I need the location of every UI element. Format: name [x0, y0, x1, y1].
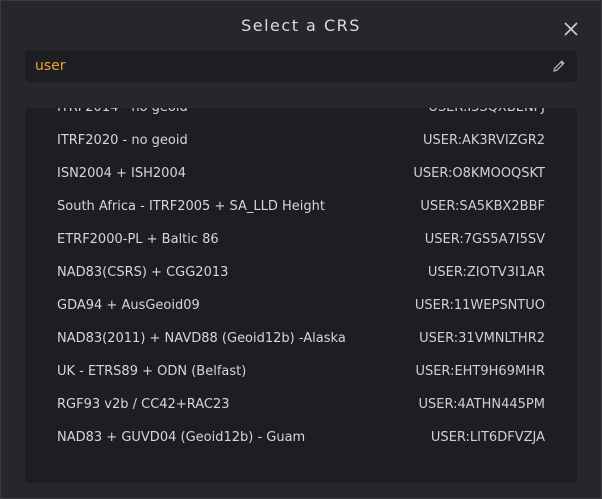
crs-name: UK - ETRS89 + ODN (Belfast)	[57, 364, 247, 379]
close-icon[interactable]	[561, 19, 581, 39]
crs-id: USER:EHT9H69MHR	[415, 364, 545, 379]
crs-name: ITRF2020 - no geoid	[57, 133, 188, 148]
list-item[interactable]: NAD83 + GUVD04 (Geoid12b) - Guam USER:LIT…	[25, 421, 577, 454]
crs-list[interactable]: ITRF2014 - no geoidUSER:I3SQXBENFJITRF20…	[25, 108, 577, 483]
crs-id: USER:7GS5A7I5SV	[424, 232, 545, 247]
crs-id: USER:SA5KBX2BBF	[420, 199, 545, 214]
crs-name: South Africa - ITRF2005 + SA_LLD Height	[57, 199, 325, 214]
list-item[interactable]: ETRF2000-PL + Baltic 86 USER:7GS5A7I5SV	[25, 223, 577, 256]
dialog-title: Select a CRS	[241, 16, 361, 35]
crs-id: USER:11WEPSNTUO	[414, 298, 545, 313]
list-item[interactable]: NAD83(2011) + NAVD88 (Geoid12b) -Alaska U…	[25, 322, 577, 355]
list-item[interactable]: NAD83(CSRS) + CGG2013 USER:ZIOTV3I1AR	[25, 256, 577, 289]
list-item[interactable]: UK - ETRS89 + ODN (Belfast) USER:EHT9H69M…	[25, 355, 577, 388]
pencil-icon[interactable]	[551, 58, 567, 74]
crs-name: ITRF2014 - no geoid	[57, 108, 188, 115]
list-item[interactable]: ITRF2014 - no geoid USER:I3SQXBENFJ	[25, 108, 577, 124]
crs-id: USER:4ATHN445PM	[418, 397, 545, 412]
crs-id: USER:31VMNLTHR2	[419, 331, 545, 346]
list-item[interactable]: RGF93 v2b / CC42+RAC23 USER:4ATHN445PM	[25, 388, 577, 421]
crs-id: USER:I3SQXBENFJ	[428, 108, 545, 115]
crs-name: GDA94 + AusGeoid09	[57, 298, 200, 313]
crs-name: RGF93 v2b / CC42+RAC23	[57, 397, 230, 412]
list-item[interactable]: ISN2004 + ISH2004 USER:O8KMOOQSKT	[25, 157, 577, 190]
crs-list-rows: ITRF2014 - no geoidUSER:I3SQXBENFJITRF20…	[25, 108, 577, 454]
crs-name: ISN2004 + ISH2004	[57, 166, 186, 181]
select-crs-dialog: Select a CRS ITRF2014 - no geoid USER:I3S…	[0, 0, 602, 499]
crs-name: ETRF2000-PL + Baltic 86	[57, 232, 219, 247]
crs-name: NAD83(2011) + NAVD88 (Geoid12b) -Alaska	[57, 331, 346, 346]
crs-id: USER:ZIOTV3I1AR	[427, 265, 545, 280]
list-item[interactable]: South Africa - ITRF2005 + SA_LLD Height U…	[25, 190, 577, 223]
search-box	[25, 50, 577, 82]
crs-name: NAD83(CSRS) + CGG2013	[57, 265, 229, 280]
list-item[interactable]: GDA94 + AusGeoid09 USER:11WEPSNTUO	[25, 289, 577, 322]
crs-id: USER:AK3RVIZGR2	[422, 133, 545, 148]
crs-id: USER:LIT6DFVZJA	[430, 430, 545, 445]
search-input[interactable]	[35, 50, 535, 82]
crs-name: NAD83 + GUVD04 (Geoid12b) - Guam	[57, 430, 306, 445]
crs-id: USER:O8KMOOQSKT	[413, 166, 545, 181]
list-item[interactable]: ITRF2020 - no geoid USER:AK3RVIZGR2	[25, 124, 577, 157]
